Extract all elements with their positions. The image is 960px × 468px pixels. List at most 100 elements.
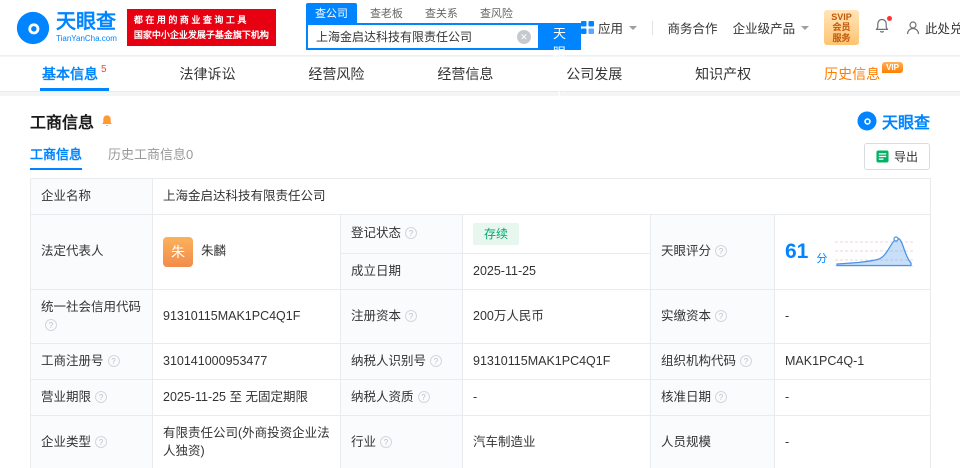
company-type-label: 企业类型	[41, 434, 92, 449]
divider	[651, 20, 653, 35]
row-credit-code: 统一社会信用代码 91310115MAK1PC4Q1F 注册资本 200万人民币…	[30, 288, 931, 344]
svip-line2: 会员服务	[832, 22, 851, 43]
export-label: 导出	[893, 150, 918, 164]
menu-enterprise[interactable]: 企业级产品	[733, 18, 810, 37]
info-icon[interactable]	[715, 245, 728, 258]
score-sparkline-chart	[835, 236, 914, 267]
info-icon[interactable]	[405, 227, 418, 240]
subtab-business-registration[interactable]: 工商信息	[30, 144, 82, 170]
info-icon[interactable]	[95, 390, 108, 403]
business-term-label: 营业期限	[41, 389, 92, 404]
promo-banner: 都 在 用 的 商 业 查 询 工 具 国家中小企业发展子基金旗下机构	[126, 9, 276, 46]
taxpayer-quality-value: -	[473, 389, 478, 404]
org-code-label: 组织机构代码	[661, 354, 737, 368]
user-icon	[906, 20, 920, 34]
apps-menu[interactable]: 应用	[580, 18, 637, 37]
establish-date-label: 成立日期	[351, 263, 402, 278]
info-icon[interactable]	[405, 309, 418, 322]
chevron-down-icon	[801, 25, 810, 30]
tab-business-info[interactable]: 经营信息	[435, 57, 495, 91]
tab-intellectual-property[interactable]: 知识产权	[693, 57, 753, 91]
chevron-down-icon	[628, 25, 637, 30]
header-right-menu: 应用 商务合作 企业级产品 SVIP 会员服务 此处兑换	[580, 9, 960, 46]
paid-capital-value: -	[785, 308, 790, 323]
menu-cooperation[interactable]: 商务合作	[668, 18, 718, 37]
search-input[interactable]	[305, 23, 538, 50]
tab-operational-risk[interactable]: 经营风险	[306, 57, 366, 91]
info-icon[interactable]	[417, 390, 430, 403]
tianyancha-logo-icon	[16, 11, 50, 44]
industry-label: 行业	[351, 434, 377, 449]
search-tab-risk[interactable]: 查风险	[471, 3, 522, 23]
reg-capital-value: 200万人民币	[473, 308, 544, 323]
tab-history-info[interactable]: 历史信息 VIP	[822, 57, 905, 91]
reg-number-label: 工商注册号	[41, 354, 104, 368]
taxpayer-id-label: 纳税人识别号	[351, 354, 427, 368]
business-registration-card: 工商信息 天眼查 工商信息 历史工商信息0 导出 企业名称 上海金启达科技有限责…	[0, 96, 960, 468]
info-icon[interactable]	[107, 355, 120, 367]
watermark-brand: 天眼查	[881, 115, 930, 132]
tab-basic-info-label: 基本信息	[42, 66, 98, 82]
industry-value: 汽车制造业	[473, 434, 536, 449]
score-unit: 分	[816, 253, 828, 266]
info-icon[interactable]	[715, 309, 728, 322]
legal-rep-label: 法定代表人	[41, 244, 104, 259]
business-term-value: 2025-11-25 至 无固定期限	[163, 389, 308, 404]
taxpayer-quality-label: 纳税人资质	[351, 389, 414, 404]
reg-status-label: 登记状态	[351, 226, 402, 241]
org-code-value: MAK1PC4Q-1	[785, 354, 865, 368]
company-type-value: 有限责任公司(外商投资企业法人独资)	[163, 425, 330, 459]
tab-basic-info-count: 5	[101, 63, 107, 75]
top-header: 天眼查 TianYanCha.com 都 在 用 的 商 业 查 询 工 具 国…	[0, 0, 960, 98]
paid-capital-label: 实缴资本	[661, 308, 712, 323]
user-label: 此处兑换	[925, 22, 960, 36]
row-business-term: 营业期限 2025-11-25 至 无固定期限 纳税人资质 - 核准日期 -	[30, 378, 931, 416]
subtab-history-registration[interactable]: 历史工商信息0	[108, 144, 193, 170]
staff-size-value: -	[785, 434, 790, 449]
clear-icon[interactable]	[516, 29, 531, 44]
credit-code-label: 统一社会信用代码	[41, 299, 142, 314]
search-tab-company[interactable]: 查公司	[305, 3, 357, 23]
search-area: 查公司 查老板 查关系 查风险 天眼一下	[305, 3, 581, 98]
tianyancha-logo[interactable]: 天眼查 TianYanCha.com	[16, 11, 117, 45]
tianyancha-watermark-icon	[857, 111, 877, 131]
tab-company-development[interactable]: 公司发展	[564, 57, 624, 91]
info-icon[interactable]	[430, 355, 443, 367]
search-tab-relation[interactable]: 查关系	[416, 3, 467, 23]
notification-bell[interactable]	[874, 16, 893, 37]
company-nav-tabs: 基本信息 5 法律诉讼 经营风险 经营信息 公司发展 知识产权 历史信息 VIP	[0, 56, 960, 92]
tab-legal-proceedings[interactable]: 法律诉讼	[177, 57, 237, 91]
business-info-table: 企业名称 上海金启达科技有限责任公司 法定代表人 朱 朱麟 登记状态 存续 天眼…	[30, 178, 931, 468]
apps-grid-icon	[580, 21, 594, 34]
info-icon[interactable]	[380, 435, 393, 448]
user-account-menu[interactable]: 此处兑换	[905, 18, 960, 37]
tab-history-info-label: 历史信息	[824, 66, 881, 82]
announcement-bell-icon[interactable]	[100, 114, 114, 128]
promo-banner-line2: 国家中小企业发展子基金旗下机构	[133, 29, 269, 40]
notification-dot	[887, 16, 893, 21]
vip-badge: VIP	[882, 61, 903, 73]
export-doc-icon	[876, 150, 889, 163]
legal-rep-avatar[interactable]: 朱	[163, 236, 193, 267]
info-icon[interactable]	[715, 390, 728, 403]
apps-label: 应用	[597, 22, 623, 36]
info-icon[interactable]	[95, 435, 108, 448]
approval-date-label: 核准日期	[661, 389, 712, 404]
info-icon[interactable]	[45, 319, 57, 332]
credit-code-value: 91310115MAK1PC4Q1F	[163, 308, 301, 323]
search-button[interactable]: 天眼一下	[537, 23, 581, 98]
svip-line1: SVIP	[831, 11, 852, 22]
row-company-type: 企业类型 有限责任公司(外商投资企业法人独资) 行业 汽车制造业 人员规模 -	[30, 414, 931, 468]
company-name-label: 企业名称	[41, 189, 92, 203]
search-tab-boss[interactable]: 查老板	[361, 3, 412, 23]
legal-rep-name[interactable]: 朱麟	[201, 242, 226, 261]
row-reg-number: 工商注册号 310141000953477 纳税人识别号 91310115MAK…	[30, 343, 931, 380]
staff-size-label: 人员规模	[661, 434, 712, 449]
brand-domain: TianYanCha.com	[56, 34, 117, 43]
tab-basic-info[interactable]: 基本信息 5	[40, 57, 109, 91]
export-button[interactable]: 导出	[863, 143, 930, 170]
row-company-name: 企业名称 上海金启达科技有限责任公司	[30, 178, 931, 215]
row-legal-rep: 法定代表人 朱 朱麟 登记状态 存续 天眼评分 61 分	[30, 213, 931, 290]
svip-member-badge[interactable]: SVIP 会员服务	[824, 9, 860, 46]
info-icon[interactable]	[740, 355, 753, 367]
